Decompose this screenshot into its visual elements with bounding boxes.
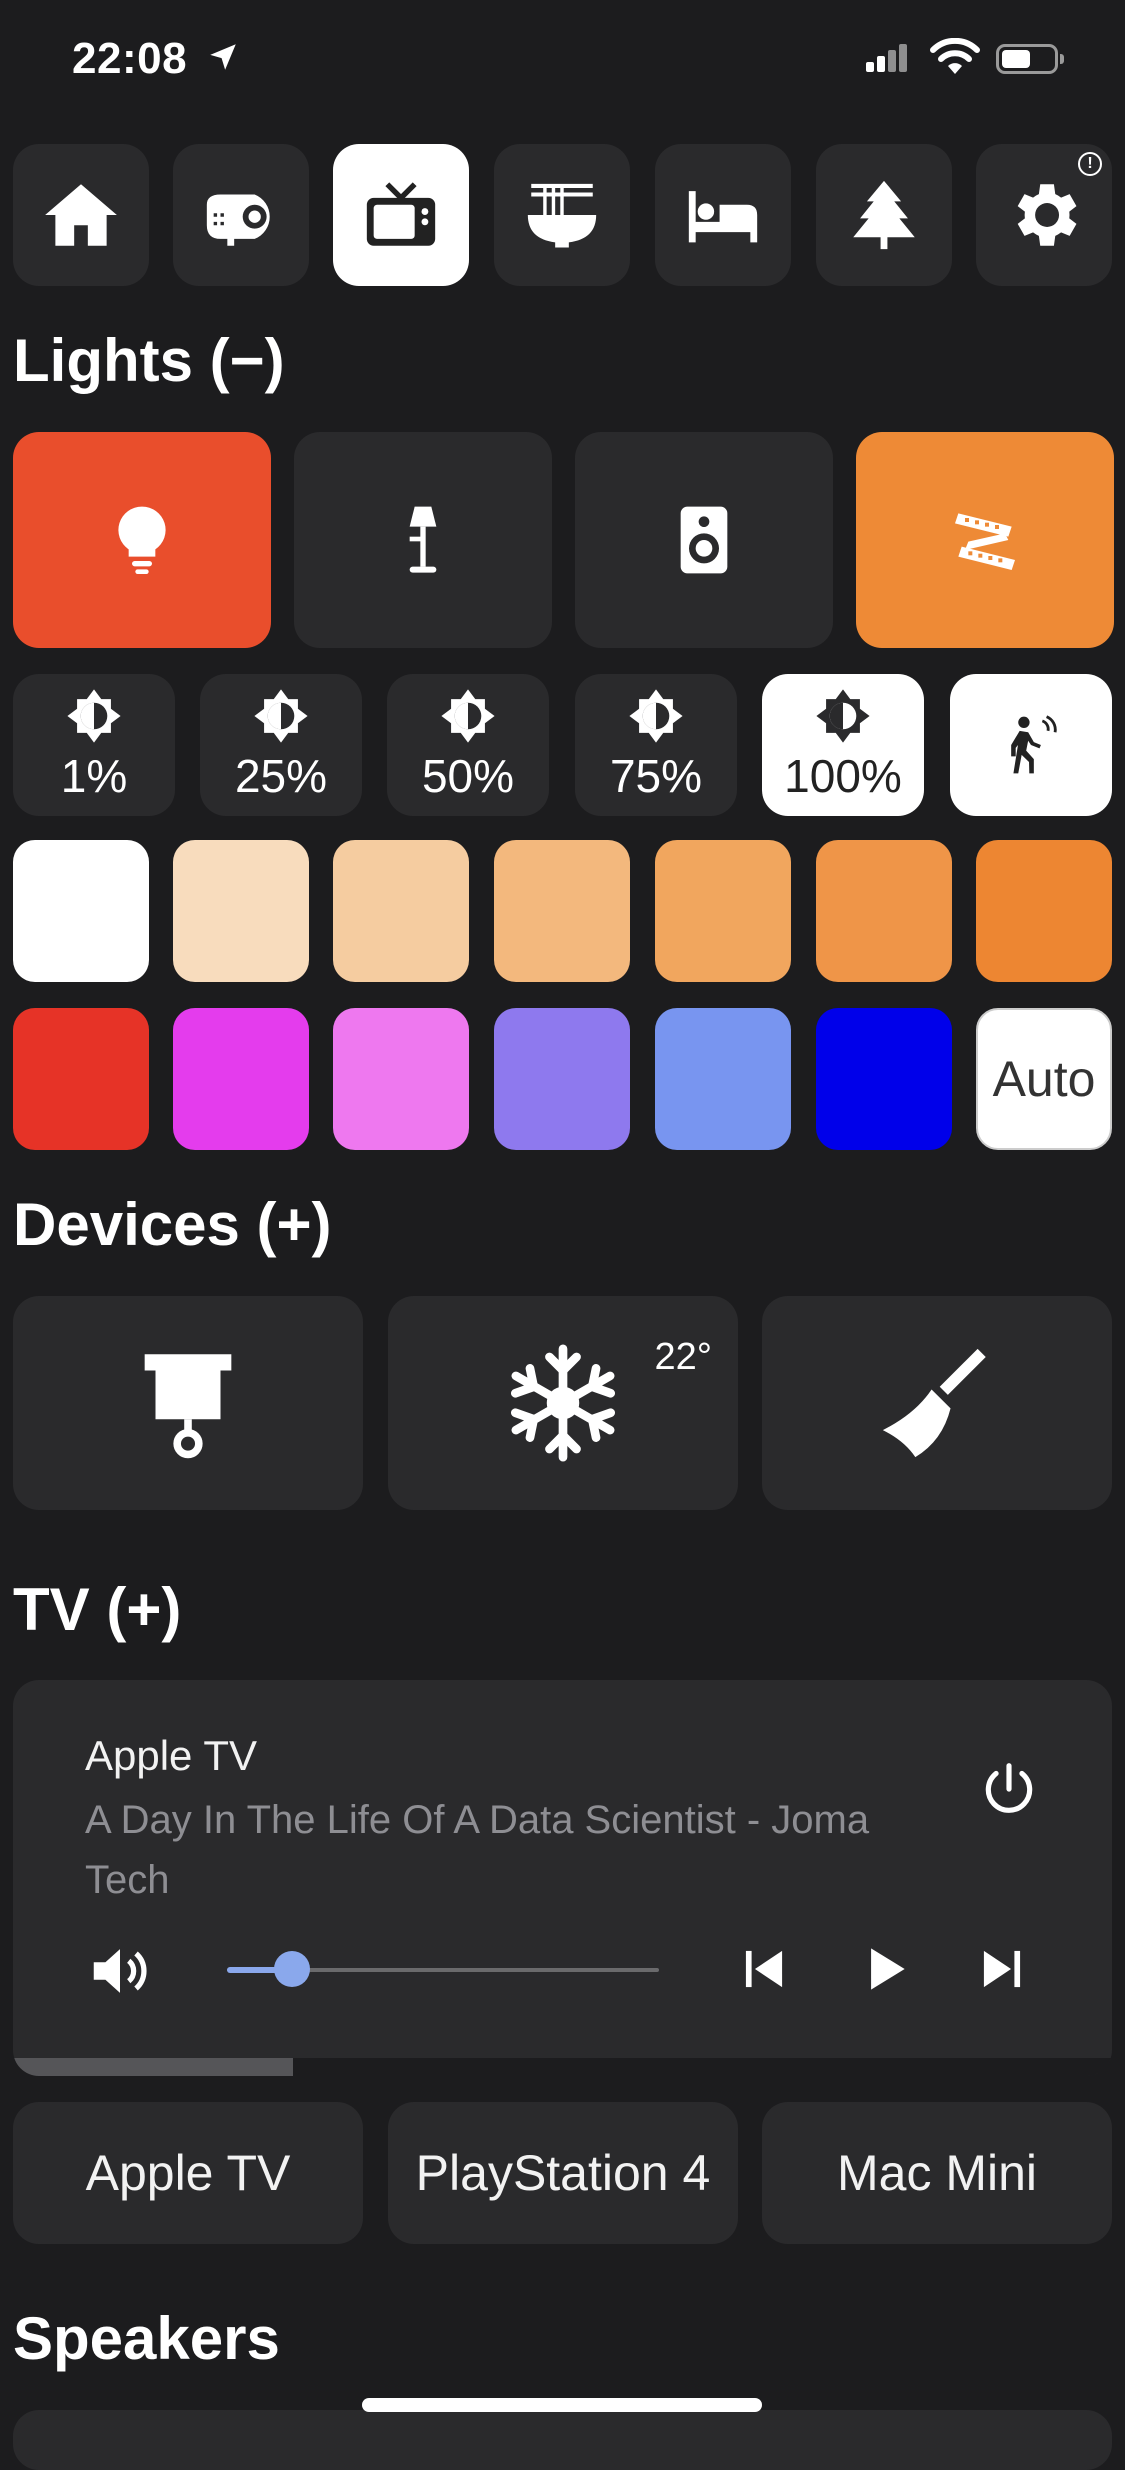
ac-temperature: 22° bbox=[654, 1336, 712, 1378]
source-mac-mini-button[interactable]: Mac Mini bbox=[762, 2102, 1112, 2244]
brightness-icon bbox=[441, 689, 495, 743]
color-swatch[interactable] bbox=[816, 1008, 952, 1150]
noodle-bowl-icon bbox=[527, 183, 597, 248]
speaker-card bbox=[13, 2410, 1112, 2470]
brightness-100-button[interactable]: 100% bbox=[762, 674, 924, 816]
color-swatch[interactable] bbox=[976, 840, 1112, 982]
home-indicator[interactable] bbox=[362, 2398, 762, 2412]
speakers-section-title[interactable]: Speakers bbox=[13, 2304, 280, 2373]
color-swatch[interactable] bbox=[13, 840, 149, 982]
tv-section-title[interactable]: TV (+) bbox=[13, 1575, 181, 1644]
vacuum-button[interactable] bbox=[762, 1296, 1112, 1510]
color-swatch[interactable] bbox=[333, 1008, 469, 1150]
color-swatch[interactable] bbox=[333, 840, 469, 982]
room-tab-garden[interactable] bbox=[816, 144, 952, 286]
speaker-icon bbox=[680, 506, 728, 574]
projector-screen-button[interactable] bbox=[13, 1296, 363, 1510]
light-speaker-button[interactable] bbox=[575, 432, 833, 648]
media-source-name: Apple TV bbox=[85, 1732, 257, 1779]
light-strip-button[interactable] bbox=[856, 432, 1114, 648]
floor-lamp-icon bbox=[409, 506, 437, 573]
brightness-label: 1% bbox=[60, 750, 128, 802]
room-tab-home[interactable] bbox=[13, 144, 149, 286]
color-swatch[interactable] bbox=[173, 840, 309, 982]
brightness-1-button[interactable]: 1% bbox=[13, 674, 175, 816]
color-swatch[interactable] bbox=[816, 840, 952, 982]
brightness-icon bbox=[67, 689, 121, 743]
brightness-label: 75% bbox=[609, 750, 703, 802]
volume-icon[interactable] bbox=[85, 1936, 155, 2006]
projector-screen-icon bbox=[144, 1354, 232, 1459]
volume-slider-knob[interactable] bbox=[273, 1951, 310, 1987]
snowflake-icon bbox=[511, 1344, 615, 1462]
brightness-75-button[interactable]: 75% bbox=[575, 674, 737, 816]
room-tab-tv[interactable] bbox=[333, 144, 469, 286]
next-track-icon[interactable] bbox=[971, 1938, 1033, 2000]
source-playstation-4-button[interactable]: PlayStation 4 bbox=[388, 2102, 738, 2244]
devices-section-title[interactable]: Devices (+) bbox=[13, 1190, 332, 1259]
battery-icon bbox=[996, 44, 1064, 74]
brightness-label: 25% bbox=[234, 750, 328, 802]
media-player-card: Apple TV A Day In The Life Of A Data Sci… bbox=[13, 1680, 1112, 2076]
brightness-icon bbox=[629, 689, 683, 743]
media-progress-fill bbox=[13, 2058, 294, 2076]
alert-badge: ! bbox=[1078, 152, 1102, 176]
source-apple-tv-button[interactable]: Apple TV bbox=[13, 2102, 363, 2244]
light-floor-lamp-button[interactable] bbox=[294, 432, 552, 648]
brightness-label: 100% bbox=[784, 750, 902, 802]
room-tab-kitchen[interactable] bbox=[494, 144, 630, 286]
wifi-icon bbox=[930, 38, 980, 74]
color-swatch[interactable] bbox=[173, 1008, 309, 1150]
led-strip-icon bbox=[955, 513, 1015, 570]
air-conditioner-button[interactable]: 22° bbox=[388, 1296, 738, 1510]
room-tab-bedroom[interactable] bbox=[655, 144, 791, 286]
brightness-icon bbox=[254, 689, 308, 743]
color-swatch[interactable] bbox=[655, 840, 791, 982]
projector-icon bbox=[206, 194, 270, 246]
room-tab-projector[interactable] bbox=[173, 144, 309, 286]
color-swatch[interactable] bbox=[494, 840, 630, 982]
vacuum-broom-icon bbox=[882, 1348, 986, 1458]
home-icon bbox=[45, 184, 117, 246]
cellular-signal-icon bbox=[866, 42, 907, 72]
motion-sensor-icon bbox=[1011, 715, 1057, 774]
color-swatch[interactable] bbox=[655, 1008, 791, 1150]
brightness-50-button[interactable]: 50% bbox=[387, 674, 549, 816]
bulb-icon bbox=[118, 506, 166, 574]
color-swatch[interactable] bbox=[13, 1008, 149, 1150]
brightness-label: 50% bbox=[421, 750, 515, 802]
lights-section-title[interactable]: Lights (−) bbox=[13, 326, 285, 395]
media-title: A Day In The Life Of A Data Scientist - … bbox=[85, 1798, 870, 1902]
brightness-icon bbox=[816, 689, 870, 743]
color-swatch[interactable] bbox=[494, 1008, 630, 1150]
tv-icon bbox=[366, 182, 436, 246]
status-time: 22:08 bbox=[72, 34, 188, 83]
motion-sensor-button[interactable] bbox=[950, 674, 1112, 816]
tree-icon bbox=[853, 180, 915, 250]
power-icon[interactable] bbox=[978, 1758, 1040, 1820]
bed-icon bbox=[688, 191, 758, 243]
gear-icon bbox=[1017, 184, 1077, 246]
play-icon[interactable] bbox=[853, 1938, 915, 2000]
color-auto-button[interactable]: Auto bbox=[976, 1008, 1112, 1150]
previous-track-icon[interactable] bbox=[733, 1938, 795, 2000]
light-main-button[interactable] bbox=[13, 432, 271, 648]
brightness-25-button[interactable]: 25% bbox=[200, 674, 362, 816]
location-arrow-icon bbox=[210, 44, 236, 70]
